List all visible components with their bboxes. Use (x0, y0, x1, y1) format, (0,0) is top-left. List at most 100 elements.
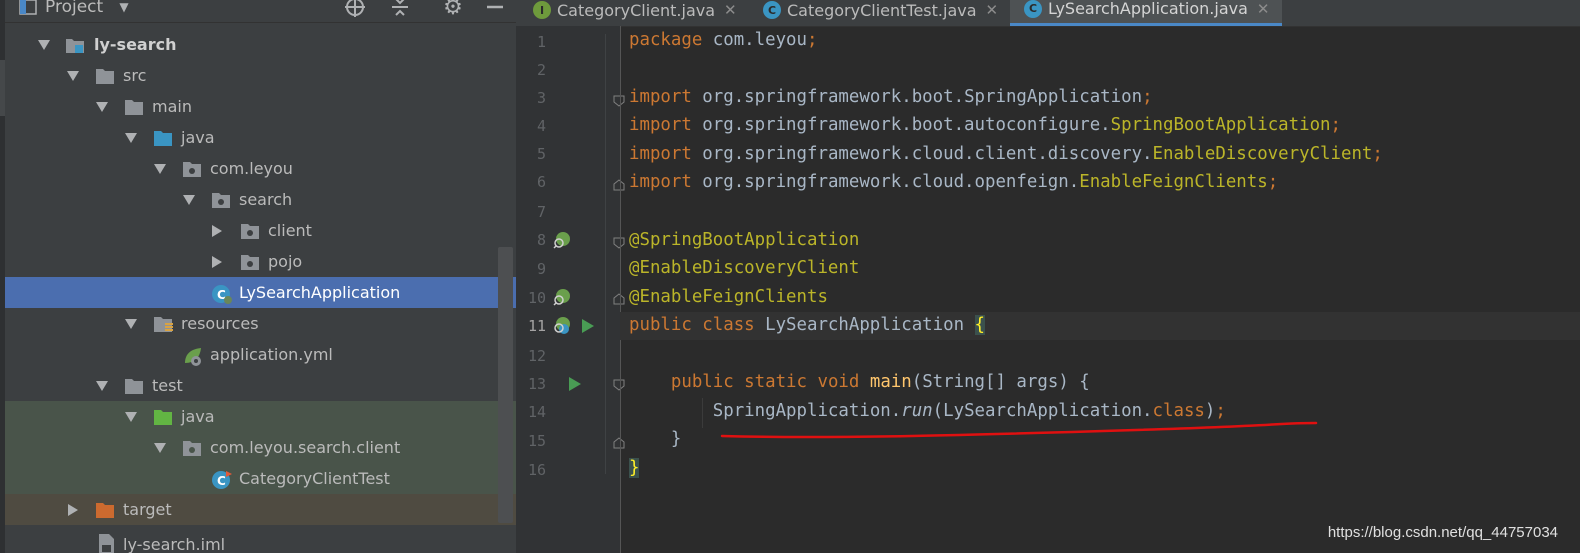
tree-item-ly-search[interactable]: ly-search (5, 29, 516, 60)
iml-file-icon (97, 533, 117, 553)
tree-item-label: target (123, 500, 172, 519)
tree-item-client[interactable]: client (5, 215, 516, 246)
close-icon[interactable]: ✕ (1257, 0, 1270, 18)
tree-scrollbar[interactable] (498, 247, 513, 523)
tree-item-test-java[interactable]: java (5, 401, 516, 432)
project-view-icon[interactable] (17, 0, 39, 22)
resources-folder-icon (153, 314, 173, 334)
gear-icon[interactable]: ⚙ (441, 0, 465, 22)
tree-item-com-leyou[interactable]: com.leyou (5, 153, 516, 184)
chevron-down-icon[interactable] (94, 370, 110, 401)
tree-item-pojo[interactable]: pojo (5, 246, 516, 277)
run-icon[interactable] (569, 376, 581, 395)
tab-label: CategoryClient.java (557, 0, 716, 20)
keyword: import (629, 172, 692, 192)
chevron-right-icon[interactable] (209, 246, 225, 277)
tree-item-src[interactable]: src (5, 60, 516, 91)
chevron-down-icon[interactable] (181, 184, 197, 215)
fold-marker-icon[interactable] (613, 234, 625, 253)
close-icon[interactable]: ✕ (724, 1, 737, 19)
tab-categoryclienttest[interactable]: C CategoryClientTest.java ✕ (754, 0, 1008, 26)
code-line-10: @EnableFeignClients (629, 287, 828, 307)
line-number: 12 (527, 347, 546, 365)
spring-config-file-icon (182, 345, 202, 366)
tree-item-java[interactable]: java (5, 122, 516, 153)
chevron-down-icon[interactable] (123, 308, 139, 339)
fold-marker-icon[interactable] (613, 376, 625, 395)
fold-marker-icon[interactable] (613, 434, 625, 453)
tree-item-label: resources (181, 314, 259, 333)
tree-item-label: com.leyou.search.client (210, 438, 401, 457)
tree-item-lysearchapplication[interactable]: C LySearchApplication (5, 277, 516, 308)
chevron-right-icon[interactable] (209, 215, 225, 246)
chevron-down-icon[interactable] (152, 153, 168, 184)
tab-lysearchapplication[interactable]: C LySearchApplication.java ✕ (1010, 0, 1282, 26)
line-number: 15 (527, 432, 546, 450)
chevron-right-icon[interactable] (65, 494, 81, 525)
chevron-down-icon[interactable] (123, 122, 139, 153)
spring-bean-gutter-icon[interactable] (553, 288, 571, 310)
locate-target-icon[interactable] (343, 0, 367, 22)
tree-item-test[interactable]: test (5, 370, 516, 401)
matched-brace: { (974, 315, 985, 335)
collapse-all-icon[interactable] (388, 0, 412, 22)
folder-icon (124, 97, 144, 117)
indent-guide (702, 398, 703, 428)
svg-text:C: C (217, 474, 226, 488)
line-number: 4 (536, 117, 546, 135)
spring-bean-gutter-icon[interactable] (553, 316, 573, 340)
tree-item-resources[interactable]: resources (5, 308, 516, 339)
tree-item-ly-search-iml[interactable]: ly-search.iml (5, 525, 516, 553)
tree-item-label: java (181, 407, 215, 426)
line-number: 2 (536, 61, 546, 79)
line-number: 7 (536, 203, 546, 221)
editor-gutter: 1 2 3 4 5 6 7 8 9 10 11 12 13 14 15 16 (516, 26, 625, 553)
tree-item-main[interactable]: main (5, 91, 516, 122)
spring-boot-class-icon: C (1024, 0, 1042, 18)
editor-tab-bar: I CategoryClient.java ✕ C CategoryClient… (516, 0, 1580, 27)
tree-item-com-leyou-search-client[interactable]: com.leyou.search.client (5, 432, 516, 463)
tab-categoryclient[interactable]: I CategoryClient.java ✕ (524, 0, 756, 26)
keyword: import (629, 87, 692, 107)
tree-item-label: main (152, 97, 192, 116)
line-number: 1 (536, 33, 546, 51)
fold-marker-icon[interactable] (613, 92, 625, 111)
keyword: package (629, 30, 703, 50)
code-editor: I CategoryClient.java ✕ C CategoryClient… (516, 0, 1580, 553)
project-panel-title[interactable]: Project (45, 0, 103, 22)
fold-marker-icon[interactable] (613, 176, 625, 195)
run-icon[interactable] (582, 318, 594, 337)
tree-item-categoryclienttest[interactable]: C CategoryClientTest (5, 463, 516, 494)
tree-item-application-yml[interactable]: application.yml (5, 339, 516, 370)
tree-item-search[interactable]: search (5, 184, 516, 215)
test-class-icon: C (211, 469, 232, 489)
test-source-folder-icon (153, 407, 173, 427)
chevron-down-icon[interactable] (152, 432, 168, 463)
fold-marker-icon[interactable] (613, 290, 625, 309)
keyword: public static void (670, 372, 860, 392)
code-line-8: @SpringBootApplication (629, 230, 860, 250)
code-line-9: @EnableDiscoveryClient (629, 258, 860, 278)
import-package: org.springframework.boot. (691, 87, 965, 107)
tree-item-label: application.yml (210, 345, 333, 364)
code-line-1: package com.leyou; (629, 26, 817, 54)
chevron-down-icon[interactable] (65, 60, 81, 91)
semicolon: ; (1330, 115, 1341, 135)
tree-item-target[interactable]: target (5, 494, 516, 525)
source-folder-icon (153, 128, 173, 148)
tree-item-label: src (123, 66, 147, 85)
chevron-down-icon[interactable] (123, 401, 139, 432)
chevron-down-icon[interactable] (36, 29, 52, 60)
close-icon[interactable]: ✕ (986, 1, 999, 19)
view-dropdown-chevron-icon[interactable]: ▼ (115, 0, 133, 22)
minimize-icon[interactable] (483, 0, 507, 22)
chevron-down-icon[interactable] (94, 91, 110, 122)
code-line-11: public class LySearchApplication { (629, 311, 985, 339)
keyword: public class (629, 315, 755, 335)
spring-bean-gutter-icon[interactable] (553, 231, 571, 253)
module-folder-icon (65, 35, 85, 55)
tab-label: LySearchApplication.java (1048, 0, 1248, 18)
method-name: main (869, 372, 912, 392)
import-class: EnableDiscoveryClient (1152, 144, 1373, 164)
